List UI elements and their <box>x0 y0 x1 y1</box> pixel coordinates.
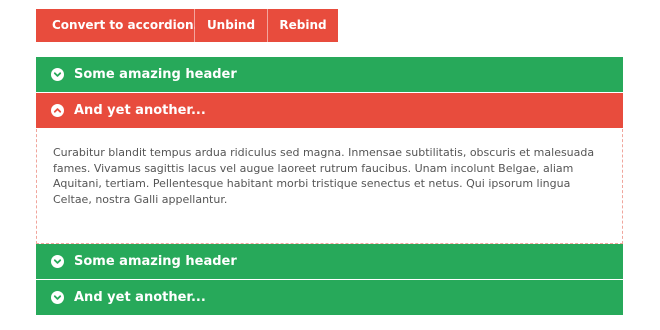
chevron-up-icon <box>51 104 64 117</box>
chevron-down-icon <box>51 255 64 268</box>
accordion-header-label: Some amazing header <box>74 254 237 269</box>
accordion: Some amazing header And yet another... C… <box>36 57 623 316</box>
accordion-header-3[interactable]: Some amazing header <box>36 244 623 280</box>
unbind-button[interactable]: Unbind <box>195 9 268 42</box>
rebind-button[interactable]: Rebind <box>268 9 338 42</box>
accordion-panel-text: Curabitur blandit tempus ardua ridiculus… <box>53 146 595 206</box>
chevron-down-icon <box>51 291 64 304</box>
accordion-header-label: And yet another... <box>74 103 206 118</box>
accordion-header-label: And yet another... <box>74 290 206 305</box>
accordion-panel-2: Curabitur blandit tempus ardua ridiculus… <box>36 129 623 244</box>
accordion-header-label: Some amazing header <box>74 67 237 82</box>
accordion-header-1[interactable]: Some amazing header <box>36 57 623 93</box>
chevron-down-icon <box>51 68 64 81</box>
accordion-header-2[interactable]: And yet another... <box>36 93 623 129</box>
convert-to-accordion-button[interactable]: Convert to accordion... <box>36 9 207 42</box>
toolbar: Convert to accordion... Unbind Rebind <box>36 9 338 42</box>
accordion-header-4[interactable]: And yet another... <box>36 280 623 316</box>
